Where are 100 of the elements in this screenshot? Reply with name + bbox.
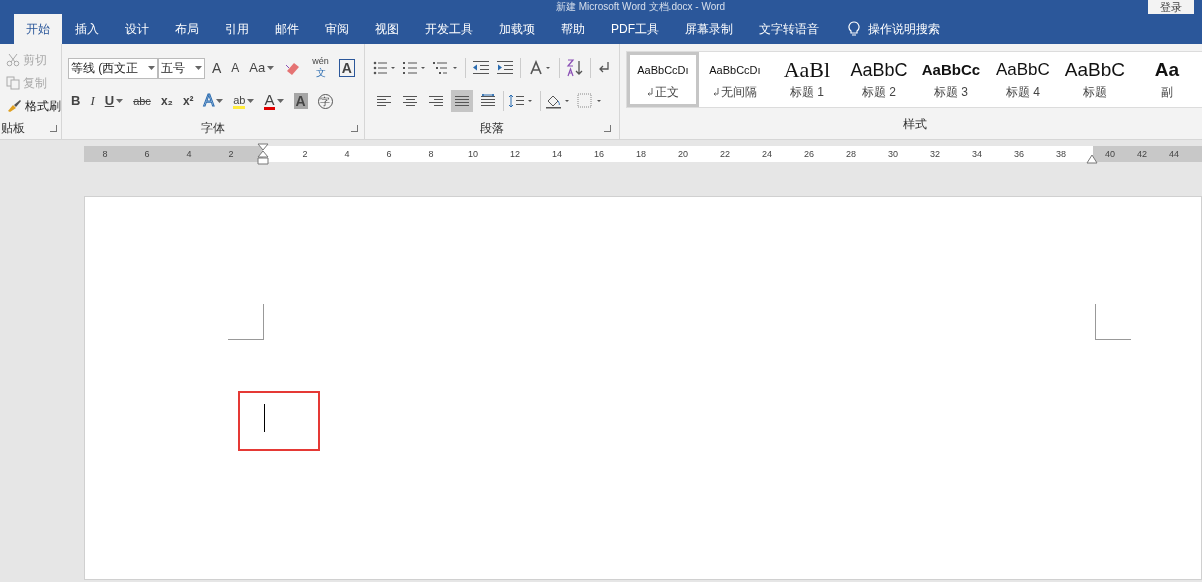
numbered-list-icon[interactable] [402, 59, 427, 76]
style-option[interactable]: AaBbC 标题 2 [842, 52, 915, 107]
style-option[interactable]: Aa 副 [1130, 52, 1202, 107]
font-size-dropdown[interactable]: 五号 [158, 57, 205, 79]
ruler-number: 20 [677, 148, 689, 161]
group-label: 段落 [480, 120, 505, 137]
ruler-number: 44 [1169, 148, 1180, 161]
tell-me-field[interactable]: 操作说明搜索 [868, 20, 968, 38]
ruler-number: 24 [761, 148, 773, 161]
caret-icon [276, 99, 284, 103]
multilevel-list-icon[interactable] [432, 59, 459, 76]
italic-button[interactable]: I [87, 90, 98, 112]
ribbon-tab[interactable]: 加载项 [486, 14, 548, 44]
ruler-number: 38 [1055, 148, 1067, 161]
bold-button[interactable]: B [68, 90, 84, 112]
ribbon-tab[interactable]: 设计 [112, 14, 162, 44]
align-center-icon [401, 94, 418, 108]
underline-button[interactable]: U [101, 90, 127, 112]
dialog-launcher-icon[interactable] [350, 124, 358, 132]
ruler-number: 36 [1013, 148, 1025, 161]
ruler-number: 8 [427, 148, 435, 161]
change-case-button[interactable]: Aa [246, 57, 278, 79]
ruler-number: 6 [385, 148, 393, 161]
ruler-number: 42 [1137, 148, 1148, 161]
text-cursor [264, 404, 265, 432]
ribbon-tab[interactable]: 开始 [14, 14, 62, 44]
sort-icon[interactable] [565, 58, 584, 77]
ribbon-tab[interactable]: 邮件 [262, 14, 312, 44]
ribbon-tab[interactable]: 文字转语音 [746, 14, 832, 44]
ruler-number: 4 [343, 148, 351, 161]
phonetic-guide-button[interactable]: wén 文 [309, 57, 332, 79]
bullet-list-icon[interactable] [372, 59, 397, 76]
ruler-number: 30 [887, 148, 899, 161]
ruler-number: 26 [803, 148, 815, 161]
ruler-number: 12 [509, 148, 521, 161]
ruler-number: 22 [719, 148, 731, 161]
caret-icon [148, 66, 155, 70]
align-button[interactable] [450, 90, 473, 112]
ribbon-tab[interactable]: 审阅 [312, 14, 362, 44]
ruler-number: 8 [101, 148, 109, 161]
ruler-number: 2 [301, 148, 309, 161]
copy-icon [6, 76, 20, 90]
ruler-number: 34 [971, 148, 983, 161]
corner-mark [228, 304, 264, 340]
caret-icon [116, 99, 124, 103]
align-right-icon [427, 94, 444, 108]
subscript-button[interactable]: x₂ [157, 90, 176, 112]
caret-icon [247, 99, 255, 103]
align-left-icon [375, 94, 392, 108]
font-color-button[interactable]: A [261, 90, 287, 112]
ribbon-tab[interactable]: 视图 [362, 14, 412, 44]
group-label: 贴板 [0, 120, 25, 137]
ruler-number: 2 [227, 148, 235, 161]
dialog-launcher-icon[interactable] [50, 124, 57, 132]
style-option[interactable]: AaBl 标题 1 [770, 52, 843, 107]
ribbon-tab[interactable]: 引用 [212, 14, 262, 44]
decrease-indent-icon[interactable] [471, 59, 490, 76]
ruler-number: 32 [929, 148, 941, 161]
paintbrush-icon [6, 99, 22, 113]
caret-icon [195, 66, 202, 70]
group-label: 样式 [902, 115, 927, 133]
lightbulb-icon [848, 21, 860, 37]
corner-mark [1095, 304, 1131, 340]
ruler-number: 18 [635, 148, 647, 161]
ruler-number: 6 [143, 148, 151, 161]
right-indent-marker-icon[interactable] [1086, 154, 1098, 164]
superscript-button[interactable]: x² [179, 90, 197, 112]
caret-icon [267, 66, 275, 70]
ribbon-tab[interactable]: 屏幕录制 [672, 14, 746, 44]
ribbon-tab[interactable]: 帮助 [548, 14, 598, 44]
grow-font-button[interactable]: A [209, 57, 225, 79]
ribbon-tab[interactable]: PDF工具 [598, 14, 672, 44]
ribbon-tab[interactable]: 开发工具 [412, 14, 486, 44]
style-option[interactable]: AaBbCcDı 正文 [626, 52, 699, 107]
scissors-icon [6, 53, 20, 67]
window-title: 新建 Microsoft Word 文档.docx - Word [556, 0, 726, 13]
style-option[interactable]: AaBbC 标题 4 [986, 52, 1059, 107]
style-option[interactable]: AaBbCcDı 无间隔 [698, 52, 771, 107]
ribbon-tab[interactable]: 布局 [162, 14, 212, 44]
font-name-dropdown[interactable]: 等线 (西文正 [68, 57, 158, 79]
align-distributed-icon [479, 94, 496, 108]
ruler-number: 16 [593, 148, 605, 161]
increase-indent-icon[interactable] [495, 59, 514, 76]
strikethrough-button[interactable]: abc [130, 90, 154, 112]
clipboard-button[interactable]: 格式刷 [6, 96, 61, 116]
ruler-number: 10 [467, 148, 479, 161]
ruler-number: 14 [551, 148, 563, 161]
highlight-button[interactable]: ab [230, 90, 258, 112]
ruler-number: 40 [1105, 148, 1116, 161]
align-justify-icon [453, 94, 470, 108]
group-label: 字体 [201, 120, 226, 137]
style-option[interactable]: AaBbC 标题 [1058, 52, 1131, 107]
ruler-number: 4 [185, 148, 193, 161]
caret-icon [216, 99, 224, 103]
ribbon-tab[interactable]: 插入 [62, 14, 112, 44]
ruler-number: 28 [845, 148, 857, 161]
shrink-font-button[interactable]: A [228, 57, 243, 79]
login-button[interactable]: 登录 [1148, 0, 1194, 14]
style-option[interactable]: AaBbCc 标题 3 [914, 52, 987, 107]
dialog-launcher-icon[interactable] [603, 124, 611, 132]
